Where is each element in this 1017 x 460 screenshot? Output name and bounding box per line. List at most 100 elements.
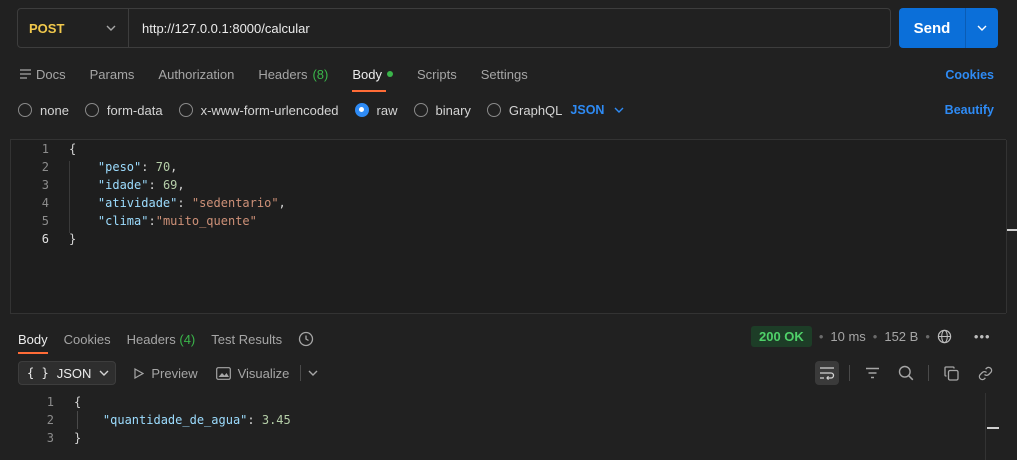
tab-scripts[interactable]: Scripts [417,62,457,86]
headers-count-badge: (8) [312,66,329,82]
code-line: 2 "peso": 70, [11,158,1006,176]
json-key: "quantidade_de_agua" [102,413,248,427]
response-tab-body[interactable]: Body [18,332,48,354]
code-line: 1{ [11,140,1006,158]
request-body-editor[interactable]: 1{ 2 "peso": 70, 3 "idade": 69, 4 "ativi… [10,139,1017,314]
divider [849,365,850,381]
line-number: 2 [41,160,49,174]
globe-icon[interactable] [937,329,952,344]
json-sep: : [148,178,163,192]
code-text: "atividade": "sedentario", [49,194,286,212]
more-options-icon[interactable]: ••• [974,329,991,344]
separator-dot: • [872,329,878,344]
tab-body[interactable]: Body [352,62,393,92]
code-line: 2 "quantidade_de_agua": 3.45 [18,411,988,429]
response-body-viewer[interactable]: 1{ 2 "quantidade_de_agua": 3.45 3} [18,393,988,447]
radio-none[interactable]: none [18,103,69,118]
beautify-button[interactable]: Beautify [945,103,994,117]
search-icon[interactable] [894,361,918,385]
json-sep: : [247,413,262,427]
json-sep: : [148,214,156,228]
line-number: 6 [41,232,49,246]
radio-urlencoded[interactable]: x-www-form-urlencoded [178,102,339,118]
radio-raw[interactable]: raw [354,102,398,118]
json-sep: : [177,196,192,210]
link-icon[interactable] [973,361,997,385]
radio-circle [178,103,193,117]
separator-dot: • [818,329,824,344]
tab-docs[interactable]: Docs [20,62,66,86]
json-value: 70 [155,160,171,174]
json-key: "atividade" [97,196,178,210]
code-line: 5 "clima":"muito_quente" [11,212,1006,230]
wrap-lines-icon[interactable] [815,361,839,385]
code-text: { [74,395,82,409]
line-number: 2 [46,413,54,427]
code-text: { [69,142,77,156]
radio-urlencoded-label: x-www-form-urlencoded [200,102,339,118]
response-tab-test-results[interactable]: Test Results [211,332,282,347]
response-size[interactable]: 152 B [884,329,918,344]
response-toolbar: { } JSON Preview Visualize [18,361,318,385]
response-tab-headers-label: Headers [126,331,176,347]
tab-authorization[interactable]: Authorization [158,62,234,86]
tab-scripts-label: Scripts [416,66,457,82]
line-number: 1 [46,395,54,409]
copy-icon[interactable] [939,361,963,385]
code-text: } [74,431,82,445]
send-button-group: Send [899,8,998,48]
method-select[interactable]: POST [18,9,129,47]
code-text: "quantidade_de_agua": 3.45 [54,411,291,429]
divider [300,365,302,381]
code-line: 3} [18,429,988,447]
request-tabs: Docs Params Authorization Headers (8) Bo… [20,62,552,92]
editor-scrollbar[interactable] [1006,140,1017,313]
docs-icon [20,69,31,79]
cookies-link[interactable]: Cookies [945,68,994,82]
tab-headers[interactable]: Headers (8) [258,62,328,86]
radio-circle [84,103,99,117]
language-select[interactable]: JSON [570,103,624,117]
response-time[interactable]: 10 ms [830,329,865,344]
response-format-select[interactable]: { } JSON [18,361,117,385]
json-value: 3.45 [261,413,291,427]
code-line: 6} [11,230,1006,248]
status-badge[interactable]: 200 OK [751,326,812,347]
history-icon[interactable] [298,331,314,347]
tab-params[interactable]: Params [90,62,135,86]
tab-settings[interactable]: Settings [481,62,528,86]
method-label: POST [29,20,65,36]
radio-form-data[interactable]: form-data [84,103,163,118]
language-label: JSON [570,103,605,117]
response-scrollbar[interactable] [985,393,999,460]
radio-circle [18,103,32,117]
code-line: 3 "idade": 69, [11,176,1006,194]
radio-circle [413,103,428,117]
line-number: 5 [41,214,49,228]
line-number: 1 [41,142,49,156]
response-headers-count: (4) [179,331,196,347]
code-line: 4 "atividade": "sedentario", [11,194,1006,212]
preview-label: Preview [151,365,198,381]
filter-icon[interactable] [860,361,884,385]
json-trail: , [170,160,178,174]
response-tab-headers[interactable]: Headers (4) [127,332,196,347]
preview-button[interactable]: Preview [134,365,198,381]
url-input[interactable]: http://127.0.0.1:8000/calcular [129,21,310,36]
code-text: "clima":"muito_quente" [49,212,257,230]
visualize-button[interactable]: Visualize [215,365,319,381]
radio-binary[interactable]: binary [413,103,471,118]
radio-graphql-label: GraphQL [508,102,563,118]
tab-settings-label: Settings [480,66,528,82]
json-sep: : [141,160,156,174]
send-options-button[interactable] [966,25,998,31]
code-line: 1{ [18,393,988,411]
divider [928,365,929,381]
send-button[interactable]: Send [899,20,965,37]
response-tab-cookies[interactable]: Cookies [64,332,111,347]
image-icon [215,366,231,380]
line-number: 4 [41,196,49,210]
radio-graphql[interactable]: GraphQL [486,102,563,118]
radio-raw-label: raw [376,102,398,118]
radio-circle-selected [354,103,369,117]
